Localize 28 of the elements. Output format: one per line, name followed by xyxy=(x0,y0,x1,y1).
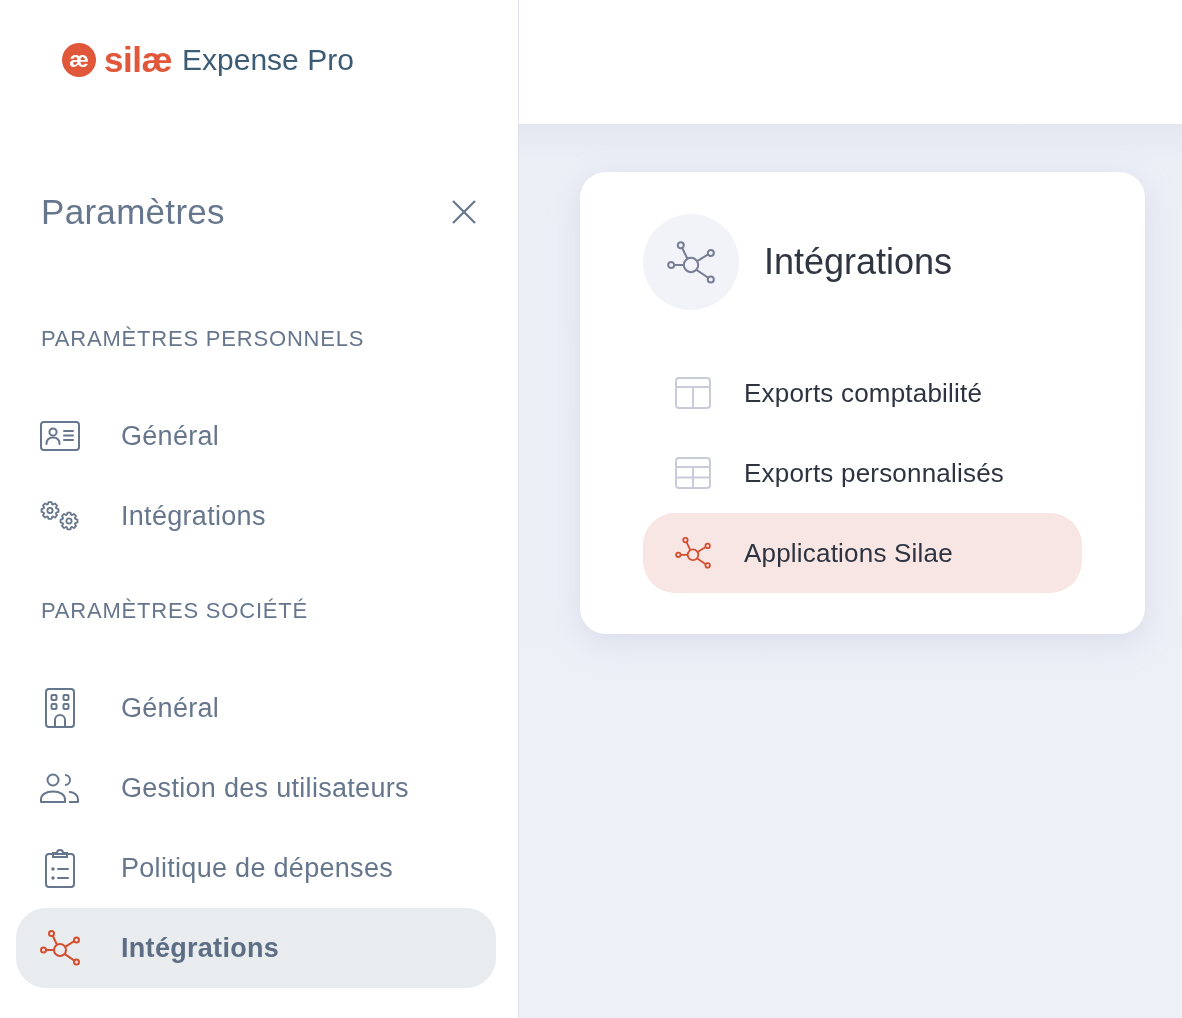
nav-item[interactable]: Général xyxy=(16,668,496,748)
clipboard-icon xyxy=(45,848,75,888)
users-icon xyxy=(40,773,80,803)
nav-item[interactable]: Intégrations xyxy=(16,476,496,556)
sidebar-title: Paramètres xyxy=(41,192,225,232)
card-title: Intégrations xyxy=(764,240,953,284)
section-heading: PARAMÈTRES PERSONNELS xyxy=(41,326,365,352)
brand-name: silæ xyxy=(104,40,173,80)
menu-item[interactable]: Applications Silae xyxy=(643,513,1082,593)
gears-icon xyxy=(40,501,80,531)
nav-item[interactable]: Gestion des utilisateurs xyxy=(16,748,496,828)
table-layout-icon xyxy=(675,377,711,409)
logo-mark: æ xyxy=(62,43,96,77)
network-icon xyxy=(40,930,80,966)
building-icon xyxy=(45,688,75,728)
network-icon xyxy=(643,214,739,310)
nav-item[interactable]: Intégrations xyxy=(16,908,496,988)
menu-item[interactable]: Exports comptabilité xyxy=(643,353,1082,433)
nav-item[interactable]: Politique de dépenses xyxy=(16,828,496,908)
product-name: Expense Pro xyxy=(182,42,354,78)
id-card-icon xyxy=(40,421,80,451)
network-icon xyxy=(675,537,711,569)
menu-item[interactable]: Exports personnalisés xyxy=(643,433,1082,513)
close-icon xyxy=(452,200,476,224)
close-button[interactable] xyxy=(452,200,476,224)
table-grid-icon xyxy=(675,457,711,489)
nav-item[interactable]: Général xyxy=(16,396,496,476)
section-heading: PARAMÈTRES SOCIÉTÉ xyxy=(41,598,309,624)
